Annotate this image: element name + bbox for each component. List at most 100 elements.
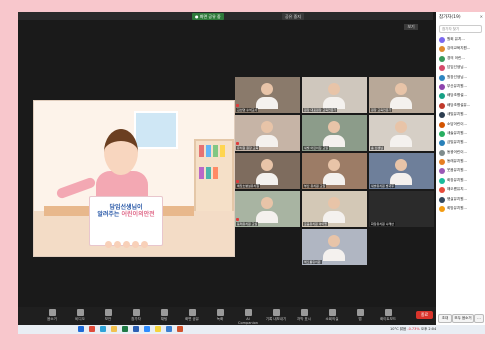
avatar — [439, 196, 445, 203]
participant-row[interactable]: 동래유치원... — [436, 157, 485, 166]
participant-name: 새빛 어린이집 교실 — [303, 146, 329, 150]
participant-name: 동래유치원 교실 — [236, 222, 259, 226]
participant-name: 원장 교육전문가 — [370, 108, 393, 112]
title-card: 담임선생님이 알려주는 어린이의안전 — [89, 196, 163, 248]
participant-row[interactable]: 희망유치원... — [436, 204, 485, 213]
avatar — [439, 121, 445, 128]
screen-share-status: ● 화면 공유 중 — [192, 13, 224, 20]
title-line-2: 알려주는 어린이의안전 — [97, 211, 155, 218]
participant-name: 원장선생님... — [447, 74, 467, 79]
video-tile[interactable]: 원장 대표원장 교육전문가 — [302, 77, 367, 113]
participant-row[interactable]: 화장유치원... — [436, 176, 485, 185]
participant-row[interactable]: 새빛유치원... — [436, 110, 485, 119]
participant-row[interactable]: 강의교육지원... — [436, 44, 485, 53]
video-tile[interactable]: 동래유치원 교실 — [235, 191, 300, 227]
video-tile[interactable]: 화장유치원 나래반 — [369, 191, 434, 227]
record-button[interactable]: 녹화 — [208, 309, 232, 322]
toolbar-label: 기록 내보내기 — [265, 317, 287, 321]
end-meeting-button[interactable]: 종료 — [416, 311, 433, 319]
avatar — [439, 102, 445, 109]
zoom-meeting-window: ● 화면 공유 중 공유 중지 보기 담임선생님이 알려주는 어린이의안전 김선… — [18, 12, 485, 334]
chrome-icon[interactable] — [89, 326, 95, 332]
meeting-top-bar — [18, 12, 433, 20]
share-screen-button[interactable]: 화면 공유 — [180, 309, 204, 322]
breakout-button[interactable]: 소회의실 — [320, 309, 344, 322]
explorer-icon[interactable] — [111, 326, 117, 332]
video-tile[interactable]: 웃음유치원 아이들 — [302, 191, 367, 227]
participant-figure — [395, 83, 407, 95]
video-camera-button[interactable]: 비디오 — [68, 309, 92, 322]
excel-icon[interactable] — [122, 326, 128, 332]
toolbar-label: 비디오 — [75, 317, 85, 321]
video-tile[interactable]: 송 선생님 — [369, 115, 434, 151]
participants-search-input[interactable]: 참가자 찾기 — [439, 25, 482, 33]
participants-button[interactable]: 참가자 — [124, 309, 148, 322]
clock-text: 오후 2:04 — [420, 327, 437, 331]
participant-row[interactable]: 담임선생님... — [436, 63, 485, 72]
start-icon[interactable] — [78, 326, 84, 332]
participant-row[interactable]: 동광어린이... — [436, 148, 485, 157]
video-tile[interactable]: 배당초병설유치원 — [235, 153, 300, 189]
participant-row[interactable]: 소담어린이... — [436, 120, 485, 129]
video-tile[interactable]: 유치원 원장 교육 — [235, 115, 300, 151]
caption-button[interactable]: 자막 표시 — [292, 309, 316, 322]
participant-name: 배당초병설... — [447, 93, 467, 98]
stock-text: -0.73% — [407, 327, 420, 331]
participant-name: 웃음유치원 아이들 — [303, 222, 329, 226]
participant-row[interactable]: 배당초병설유... — [436, 101, 485, 110]
meeting-toolbar: 음소거 비디오 보안 참가자 채팅 화면 공유 녹화 AI Companion 기록 내보내기 자… — [18, 307, 436, 325]
participant-row[interactable]: 부산유치원... — [436, 82, 485, 91]
chat-button[interactable]: 채팅 — [152, 309, 176, 322]
participant-name: 햇살유치원... — [447, 196, 467, 201]
video-tile[interactable]: 부산 유치원 교실 — [302, 153, 367, 189]
participant-name: 금빛유치원... — [447, 140, 467, 145]
video-tile[interactable]: 새솔유치원 방과후 — [369, 153, 434, 189]
participant-row[interactable]: 원장선생님... — [436, 73, 485, 82]
close-icon[interactable]: ✕ — [480, 14, 483, 19]
participant-figure — [261, 121, 273, 133]
invite-button[interactable]: 초대 — [438, 314, 452, 323]
export-button[interactable]: 기록 내보내기 — [264, 309, 288, 322]
microphone-button[interactable]: 음소거 — [40, 309, 64, 322]
participant-figure — [390, 97, 412, 109]
ai-sparkle-button[interactable]: AI Companion — [236, 309, 260, 325]
participants-footer: 초대 모두 음소거 … — [436, 314, 485, 323]
shield-button[interactable]: 보안 — [96, 309, 120, 322]
kakao-icon[interactable] — [155, 326, 161, 332]
video-tile[interactable]: 김선영 수석교사 — [235, 77, 300, 113]
participant-row[interactable]: 새솔유치원... — [436, 129, 485, 138]
participant-row[interactable]: 해오름유치... — [436, 185, 485, 194]
stop-share-button[interactable]: 공유 중지 — [282, 13, 304, 20]
video-tile[interactable]: 해오름유치원 — [302, 229, 367, 265]
zoom-icon[interactable] — [144, 326, 150, 332]
participant-row[interactable]: 햇살유치원... — [436, 195, 485, 204]
whiteboard-button[interactable]: 화이트보드 — [376, 309, 400, 322]
participant-figure — [323, 249, 345, 261]
hwp-icon[interactable] — [166, 326, 172, 332]
toolbar-label: 채팅 — [160, 317, 168, 321]
participant-figure — [256, 135, 278, 147]
participant-row[interactable]: 경의 어린... — [436, 54, 485, 63]
muted-mic-icon — [236, 142, 239, 145]
participant-row[interactable]: 배당초병설... — [436, 91, 485, 100]
participant-row[interactable]: 금빛유치원... — [436, 138, 485, 147]
video-tile[interactable]: 원장 교육전문가 — [369, 77, 434, 113]
participant-figure — [395, 159, 407, 171]
more-button[interactable]: … — [474, 314, 484, 323]
word-icon[interactable] — [133, 326, 139, 332]
video-camera-icon — [76, 309, 84, 316]
mute-all-button[interactable]: 모두 음소거 — [452, 314, 474, 323]
participant-name: 동래유치원... — [447, 159, 467, 164]
ppt-icon[interactable] — [177, 326, 183, 332]
toolbar-label: 녹화 — [216, 317, 224, 321]
participant-row[interactable]: 웃음유치원... — [436, 166, 485, 175]
participant-figure — [328, 121, 340, 133]
apps-button[interactable]: 앱 — [348, 309, 372, 322]
view-button[interactable]: 보기 — [404, 24, 418, 30]
children-faces — [100, 233, 152, 248]
participant-name: 화장유치원 나래반 — [370, 222, 396, 226]
participant-row[interactable]: 원희 유치... — [436, 35, 485, 44]
edge-icon[interactable] — [100, 326, 106, 332]
participant-figure — [256, 211, 278, 223]
video-tile[interactable]: 새빛 어린이집 교실 — [302, 115, 367, 151]
